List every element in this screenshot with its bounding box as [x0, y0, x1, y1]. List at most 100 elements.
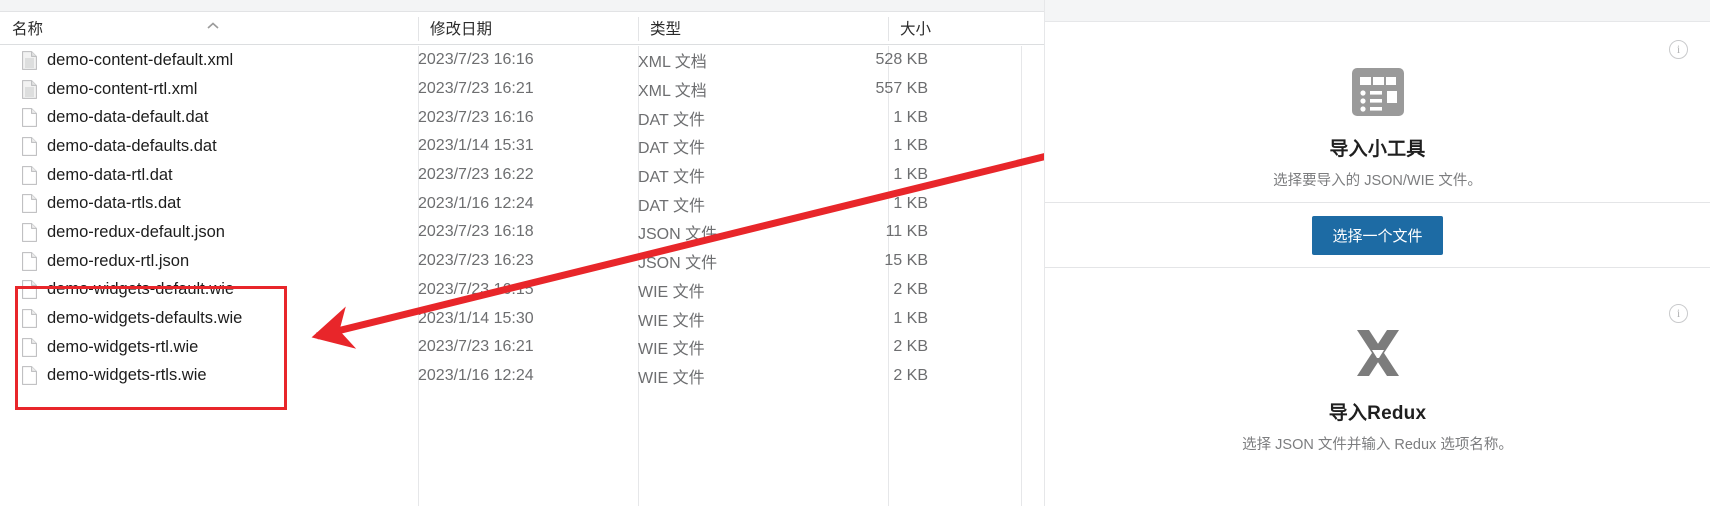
- file-date-cell: 2023/7/23 16:22: [418, 166, 534, 184]
- file-size-cell: 11 KB: [885, 223, 928, 241]
- file-date-cell: 2023/7/23 16:16: [418, 51, 534, 69]
- file-name-label: demo-content-rtl.xml: [47, 79, 198, 98]
- table-row[interactable]: demo-redux-rtl.json 2023/7/23 16:23 JSON 文…: [0, 247, 1044, 276]
- column-header-date[interactable]: 修改日期: [418, 12, 638, 44]
- column-header-type[interactable]: 类型: [638, 12, 888, 44]
- file-date-cell: 2023/7/23 16:18: [418, 223, 534, 241]
- blank-file-icon: [22, 223, 37, 242]
- column-header-type-label: 类型: [650, 21, 682, 38]
- file-type-cell: WIE 文件: [638, 283, 705, 301]
- file-name-label: demo-data-rtls.dat: [47, 194, 181, 213]
- file-name-cell[interactable]: demo-widgets-rtls.wie: [0, 362, 207, 391]
- file-name-cell[interactable]: demo-widgets-default.wie: [0, 276, 234, 305]
- xml-file-icon: [22, 50, 37, 70]
- file-type-cell: WIE 文件: [638, 341, 705, 359]
- file-size-cell: 528 KB: [875, 51, 928, 69]
- file-size-cell: 1 KB: [893, 166, 928, 184]
- table-row[interactable]: demo-content-default.xml 2023/7/23 16:16 X…: [0, 46, 1044, 75]
- blank-file-icon: [22, 337, 37, 357]
- file-size-cell: 1 KB: [893, 108, 928, 126]
- column-header-date-label: 修改日期: [430, 21, 493, 38]
- blank-file-icon: [22, 309, 37, 328]
- card-import-redux-subtitle: 选择 JSON 文件并输入 Redux 选项名称。: [1242, 437, 1513, 453]
- chevron-up-icon: [205, 21, 221, 31]
- file-name-cell[interactable]: demo-data-rtls.dat: [0, 189, 181, 218]
- table-row[interactable]: demo-data-defaults.dat 2023/1/14 15:31 DAT…: [0, 132, 1044, 161]
- redux-x-icon: [1349, 324, 1407, 387]
- card-import-widgets-subtitle: 选择要导入的 JSON/WIE 文件。: [1273, 173, 1482, 189]
- file-name-cell[interactable]: demo-widgets-rtl.wie: [0, 333, 198, 362]
- card-import-redux-title: 导入Redux: [1328, 403, 1427, 424]
- choose-file-button[interactable]: 选择一个文件: [1312, 216, 1443, 255]
- file-name-cell[interactable]: demo-data-default.dat: [0, 103, 208, 132]
- card-import-widgets-footer: 选择一个文件: [1045, 202, 1710, 268]
- file-name-cell[interactable]: demo-data-rtl.dat: [0, 161, 173, 190]
- info-circle-icon[interactable]: i: [1669, 40, 1688, 59]
- panel-top-strip: [1045, 0, 1710, 22]
- file-date-cell: 2023/7/23 16:16: [418, 108, 534, 126]
- explorer-top-strip: [0, 0, 1044, 12]
- file-date-cell: 2023/7/23 16:21: [418, 80, 534, 98]
- file-name-label: demo-widgets-rtls.wie: [47, 366, 207, 385]
- table-row[interactable]: demo-redux-default.json 2023/7/23 16:18 JS…: [0, 218, 1044, 247]
- card-import-widgets-title: 导入小工具: [1329, 139, 1426, 160]
- file-size-cell: 557 KB: [875, 80, 928, 98]
- file-date-cell: 2023/7/23 16:21: [418, 338, 534, 356]
- file-date-cell: 2023/7/23 16:23: [418, 252, 534, 270]
- file-size-cell: 2 KB: [893, 338, 928, 356]
- blank-file-icon: [22, 108, 37, 128]
- file-date-cell: 2023/7/23 16:15: [418, 280, 534, 298]
- file-name-label: demo-redux-rtl.json: [47, 251, 190, 270]
- table-row[interactable]: demo-content-rtl.xml 2023/7/23 16:21 XML 文…: [0, 75, 1044, 104]
- file-name-cell[interactable]: demo-redux-rtl.json: [0, 247, 189, 276]
- table-row[interactable]: demo-widgets-rtl.wie 2023/7/23 16:21 WIE 文…: [0, 333, 1044, 362]
- card-import-redux: i 导入Redux 选择 JSON 文件并输入 Redux 选项名称。: [1045, 268, 1710, 506]
- file-name-cell[interactable]: demo-data-defaults.dat: [0, 132, 217, 161]
- file-date-cell: 2023/1/14 15:31: [418, 137, 534, 155]
- file-type-cell: XML 文档: [638, 54, 707, 72]
- column-header-name-label: 名称: [12, 21, 44, 38]
- file-name-cell[interactable]: demo-content-default.xml: [0, 46, 233, 75]
- file-name-cell[interactable]: demo-widgets-defaults.wie: [0, 304, 242, 333]
- table-row[interactable]: demo-data-default.dat 2023/7/23 16:16 DAT …: [0, 103, 1044, 132]
- blank-file-icon: [22, 165, 37, 185]
- info-circle-icon[interactable]: i: [1669, 304, 1688, 323]
- blank-file-icon: [22, 194, 37, 214]
- file-name-label: demo-data-rtl.dat: [47, 165, 173, 184]
- file-name-label: demo-redux-default.json: [47, 222, 225, 241]
- file-date-cell: 2023/1/14 15:30: [418, 309, 534, 327]
- file-name-label: demo-widgets-defaults.wie: [47, 309, 243, 328]
- file-type-cell: JSON 文件: [638, 226, 718, 244]
- file-name-label: demo-widgets-default.wie: [47, 280, 235, 299]
- blank-file-icon: [22, 366, 37, 386]
- blank-file-icon: [22, 251, 37, 271]
- file-name-label: demo-widgets-rtl.wie: [47, 337, 199, 356]
- file-name-label: demo-data-default.dat: [47, 108, 209, 127]
- file-type-cell: DAT 文件: [638, 169, 705, 187]
- file-date-cell: 2023/1/16 12:24: [418, 194, 534, 212]
- table-row[interactable]: demo-widgets-defaults.wie 2023/1/14 15:30…: [0, 304, 1044, 333]
- widget-grid-icon: [1350, 66, 1406, 123]
- file-list: demo-content-default.xml 2023/7/23 16:16 X…: [0, 46, 1044, 390]
- file-name-label: demo-data-defaults.dat: [47, 136, 217, 155]
- import-panel: i 导入小工具 选择要导入的 JSON/WIE 文件。 选择一个文件 i 导入R…: [1044, 0, 1710, 506]
- file-size-cell: 1 KB: [893, 194, 928, 212]
- column-header-row: 名称 修改日期 类型 大小: [0, 12, 1044, 45]
- card-import-redux-body: 导入Redux 选择 JSON 文件并输入 Redux 选项名称。: [1045, 324, 1710, 454]
- file-size-cell: 1 KB: [893, 309, 928, 327]
- table-row[interactable]: demo-data-rtls.dat 2023/1/16 12:24 DAT 文件 1…: [0, 189, 1044, 218]
- file-size-cell: 2 KB: [893, 366, 928, 384]
- file-name-cell[interactable]: demo-redux-default.json: [0, 218, 225, 247]
- file-name-cell[interactable]: demo-content-rtl.xml: [0, 75, 197, 104]
- card-import-widgets: i 导入小工具 选择要导入的 JSON/WIE 文件。 选择一个文件: [1045, 22, 1710, 268]
- file-type-cell: JSON 文件: [638, 255, 718, 273]
- table-row[interactable]: demo-widgets-rtls.wie 2023/1/16 12:24 WIE …: [0, 362, 1044, 391]
- file-type-cell: WIE 文件: [638, 369, 705, 387]
- file-type-cell: XML 文档: [638, 83, 707, 101]
- table-row[interactable]: demo-widgets-default.wie 2023/7/23 16:15 W…: [0, 276, 1044, 305]
- card-import-widgets-body: 导入小工具 选择要导入的 JSON/WIE 文件。: [1045, 66, 1710, 190]
- file-name-label: demo-content-default.xml: [47, 50, 234, 69]
- file-type-cell: WIE 文件: [638, 312, 705, 330]
- table-row[interactable]: demo-data-rtl.dat 2023/7/23 16:22 DAT 文件 1 …: [0, 161, 1044, 190]
- column-header-size[interactable]: 大小: [888, 12, 1044, 44]
